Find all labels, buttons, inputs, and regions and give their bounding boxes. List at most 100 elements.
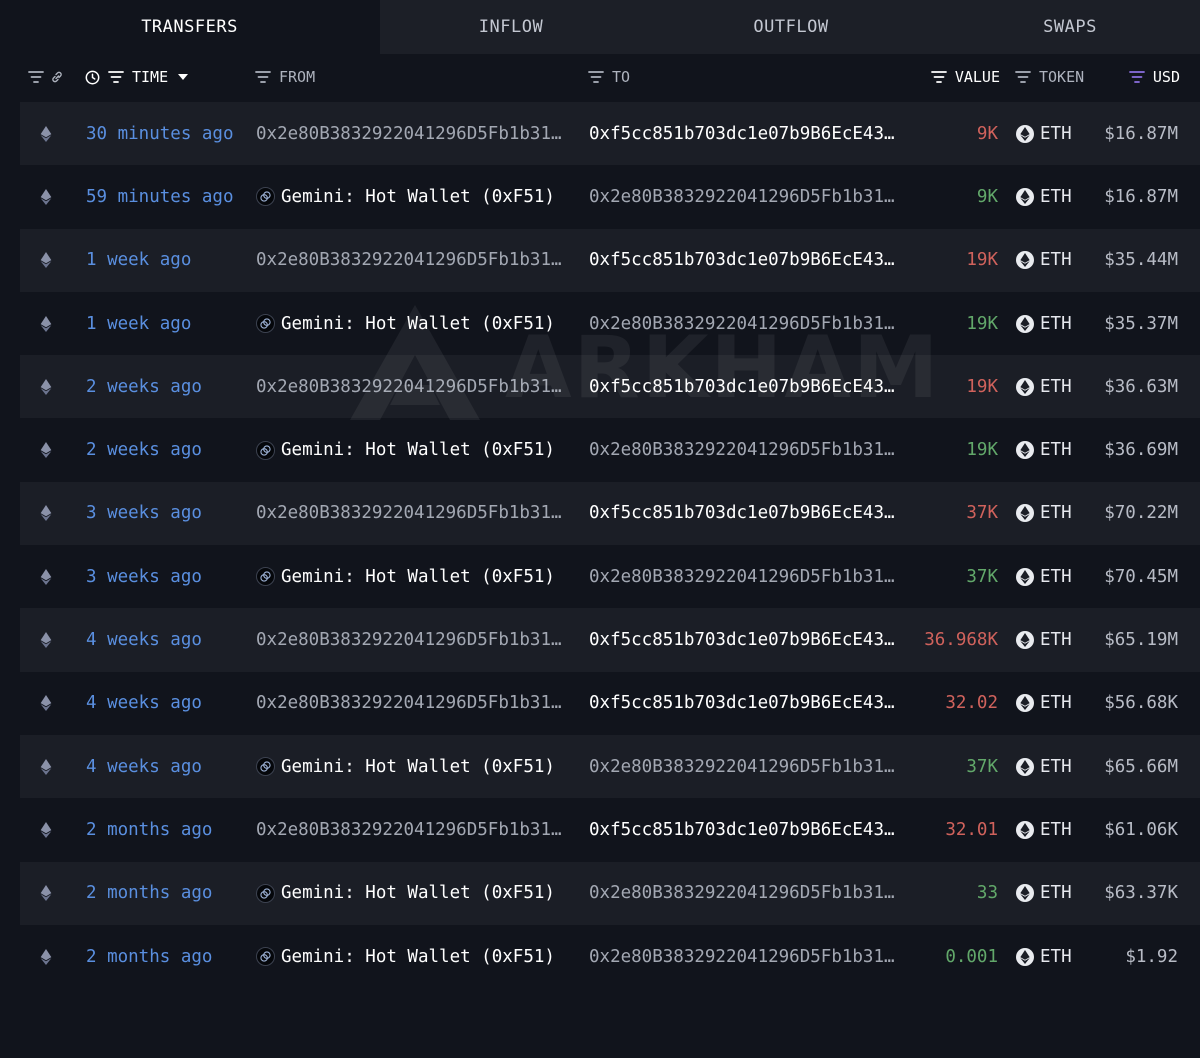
eth-token-icon <box>1016 377 1034 396</box>
time-link[interactable]: 1 week ago <box>86 229 256 292</box>
to-address[interactable]: 0xf5cc851b703dc1e07b9B6EcE43… <box>589 355 909 418</box>
from-address[interactable]: Gemini: Hot Wallet (0xF51) <box>256 862 576 925</box>
tab-outflow[interactable]: OUTFLOW <box>642 0 940 54</box>
ethereum-icon <box>40 545 60 608</box>
filter-icon[interactable] <box>108 71 124 83</box>
filter-icon[interactable] <box>930 71 947 83</box>
time-link[interactable]: 59 minutes ago <box>86 165 256 228</box>
tab-inflow[interactable]: INFLOW <box>380 0 642 54</box>
from-column-header[interactable]: FROM <box>255 56 455 98</box>
time-link[interactable]: 3 weeks ago <box>86 482 256 545</box>
to-address[interactable]: 0x2e80B3832922041296D5Fb1b31… <box>589 925 909 988</box>
token-column-header[interactable]: TOKEN <box>1015 56 1105 98</box>
to-address[interactable]: 0xf5cc851b703dc1e07b9B6EcE43… <box>589 798 909 861</box>
usd-amount: $63.37K <box>1104 883 1178 904</box>
table-row[interactable]: 2 weeks ago Gemini: Hot Wallet (0xF51) 0x2… <box>20 418 1200 481</box>
time-link[interactable]: 1 week ago <box>86 292 256 355</box>
table-row[interactable]: 1 week ago 0x2e80B3832922041296D5Fb1b31… 0… <box>20 228 1200 292</box>
time-link[interactable]: 2 months ago <box>86 862 256 925</box>
time-link[interactable]: 4 weeks ago <box>86 735 256 798</box>
chain-filter[interactable] <box>28 56 72 98</box>
time-link[interactable]: 2 months ago <box>86 798 256 861</box>
time-link[interactable]: 2 months ago <box>86 925 256 988</box>
filter-icon[interactable] <box>588 71 604 83</box>
time-link[interactable]: 2 weeks ago <box>86 418 256 481</box>
token-label: ETH <box>1040 440 1072 461</box>
gemini-entity-icon <box>256 947 275 966</box>
table-row[interactable]: 2 months ago 0x2e80B3832922041296D5Fb1b31… <box>20 798 1200 861</box>
from-address[interactable]: 0x2e80B3832922041296D5Fb1b31… <box>256 672 576 735</box>
from-address-label: 0x2e80B3832922041296D5Fb1b31… <box>256 693 562 714</box>
from-address[interactable]: 0x2e80B3832922041296D5Fb1b31… <box>256 229 576 292</box>
table-row[interactable]: 30 minutes ago 0x2e80B3832922041296D5Fb1b… <box>20 102 1200 166</box>
usd-amount: $70.22M <box>1104 503 1178 524</box>
to-column-header[interactable]: TO <box>588 56 788 98</box>
value-column-header[interactable]: VALUE <box>900 56 1000 98</box>
token-label: ETH <box>1040 313 1072 334</box>
from-address-label: Gemini: Hot Wallet (0xF51) <box>281 186 555 207</box>
from-address[interactable]: Gemini: Hot Wallet (0xF51) <box>256 418 576 481</box>
time-header-label: TIME <box>132 68 169 86</box>
to-address[interactable]: 0x2e80B3832922041296D5Fb1b31… <box>589 292 909 355</box>
filter-icon[interactable] <box>1015 71 1031 83</box>
link-icon[interactable] <box>50 70 64 84</box>
from-address[interactable]: 0x2e80B3832922041296D5Fb1b31… <box>256 102 576 165</box>
ethereum-icon <box>40 735 60 798</box>
to-address-label: 0x2e80B3832922041296D5Fb1b31… <box>589 883 895 904</box>
to-address[interactable]: 0xf5cc851b703dc1e07b9B6EcE43… <box>589 229 909 292</box>
tab-swaps[interactable]: SWAPS <box>940 0 1200 54</box>
time-link[interactable]: 4 weeks ago <box>86 608 256 671</box>
value-amount: 9K <box>976 186 998 207</box>
from-address[interactable]: Gemini: Hot Wallet (0xF51) <box>256 925 576 988</box>
to-address[interactable]: 0x2e80B3832922041296D5Fb1b31… <box>589 165 909 228</box>
table-row[interactable]: 4 weeks ago Gemini: Hot Wallet (0xF51) 0x2… <box>20 734 1200 799</box>
to-address[interactable]: 0xf5cc851b703dc1e07b9B6EcE43… <box>589 672 909 735</box>
from-address[interactable]: Gemini: Hot Wallet (0xF51) <box>256 165 576 228</box>
from-address-label: 0x2e80B3832922041296D5Fb1b31… <box>256 630 562 651</box>
usd-amount: $1.92 <box>1125 946 1178 967</box>
time-link[interactable]: 30 minutes ago <box>86 102 256 165</box>
table-row[interactable]: 2 months ago Gemini: Hot Wallet (0xF51) 0x… <box>20 861 1200 925</box>
filter-icon[interactable] <box>1129 71 1145 83</box>
to-address[interactable]: 0x2e80B3832922041296D5Fb1b31… <box>589 545 909 608</box>
to-address[interactable]: 0x2e80B3832922041296D5Fb1b31… <box>589 735 909 798</box>
table-row[interactable]: 2 months ago Gemini: Hot Wallet (0xF51) 0x… <box>20 925 1200 988</box>
from-address[interactable]: Gemini: Hot Wallet (0xF51) <box>256 292 576 355</box>
filter-icon[interactable] <box>255 71 271 83</box>
time-link[interactable]: 4 weeks ago <box>86 672 256 735</box>
from-address[interactable]: 0x2e80B3832922041296D5Fb1b31… <box>256 798 576 861</box>
from-address[interactable]: 0x2e80B3832922041296D5Fb1b31… <box>256 355 576 418</box>
table-row[interactable]: 59 minutes ago Gemini: Hot Wallet (0xF51)… <box>20 165 1200 228</box>
usd-amount: $16.87M <box>1104 123 1178 144</box>
time-link[interactable]: 2 weeks ago <box>86 355 256 418</box>
to-address[interactable]: 0xf5cc851b703dc1e07b9B6EcE43… <box>589 102 909 165</box>
table-row[interactable]: 4 weeks ago 0x2e80B3832922041296D5Fb1b31…… <box>20 608 1200 672</box>
filter-icon[interactable] <box>28 71 44 83</box>
from-address[interactable]: Gemini: Hot Wallet (0xF51) <box>256 735 576 798</box>
gemini-entity-icon <box>256 440 275 460</box>
time-column-header[interactable]: TIME <box>85 56 235 98</box>
sort-down-icon[interactable] <box>178 74 189 80</box>
table-row[interactable]: 4 weeks ago 0x2e80B3832922041296D5Fb1b31…… <box>20 672 1200 735</box>
table-row[interactable]: 3 weeks ago 0x2e80B3832922041296D5Fb1b31…… <box>20 481 1200 546</box>
tab-transfers[interactable]: TRANSFERS <box>0 0 379 54</box>
table-row[interactable]: 2 weeks ago 0x2e80B3832922041296D5Fb1b31…… <box>20 355 1200 419</box>
gemini-entity-icon <box>256 883 275 903</box>
from-address[interactable]: Gemini: Hot Wallet (0xF51) <box>256 545 576 608</box>
from-address[interactable]: 0x2e80B3832922041296D5Fb1b31… <box>256 608 576 671</box>
to-address[interactable]: 0xf5cc851b703dc1e07b9B6EcE43… <box>589 608 909 671</box>
usd-column-header[interactable]: USD <box>1110 56 1180 98</box>
to-address[interactable]: 0xf5cc851b703dc1e07b9B6EcE43… <box>589 482 909 545</box>
value-amount: 19K <box>966 440 998 461</box>
table-row[interactable]: 3 weeks ago Gemini: Hot Wallet (0xF51) 0x2… <box>20 545 1200 608</box>
time-link[interactable]: 3 weeks ago <box>86 545 256 608</box>
from-address-label: Gemini: Hot Wallet (0xF51) <box>281 946 555 967</box>
value-amount: 0.001 <box>945 946 998 967</box>
to-address[interactable]: 0x2e80B3832922041296D5Fb1b31… <box>589 862 909 925</box>
table-row[interactable]: 1 week ago Gemini: Hot Wallet (0xF51) 0x2e… <box>20 292 1200 355</box>
eth-token-icon <box>1016 820 1034 839</box>
to-address[interactable]: 0x2e80B3832922041296D5Fb1b31… <box>589 418 909 481</box>
ethereum-icon <box>40 925 60 988</box>
usd-amount: $56.68K <box>1104 693 1178 714</box>
from-address[interactable]: 0x2e80B3832922041296D5Fb1b31… <box>256 482 576 545</box>
